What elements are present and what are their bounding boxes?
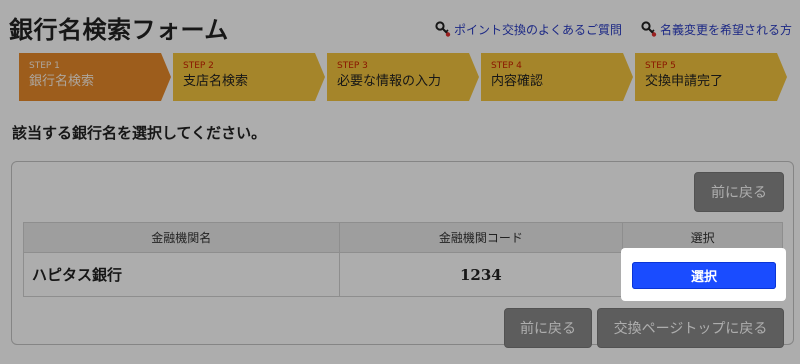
- back-button-bottom[interactable]: 前に戻る: [504, 308, 592, 348]
- step-5: STEP 5 交換申請完了: [635, 53, 787, 101]
- column-header-bank-name: 金融機関名: [23, 222, 340, 253]
- select-bank-button[interactable]: 選択: [632, 262, 776, 289]
- instruction-text: 該当する銀行名を選択してください。: [12, 124, 267, 142]
- step-label: 内容確認: [491, 74, 544, 89]
- step-number: STEP 2: [183, 61, 214, 71]
- step-1: STEP 1 銀行名検索: [19, 53, 171, 101]
- column-header-bank-code: 金融機関コード: [338, 222, 624, 253]
- page-title: 銀行名検索フォーム: [9, 16, 229, 44]
- step-label: 支店名検索: [183, 74, 249, 89]
- key-icon: [641, 21, 657, 37]
- step-number: STEP 5: [645, 61, 676, 71]
- name-change-link-label: 名義変更を希望される方: [660, 22, 793, 37]
- step-3: STEP 3 必要な情報の入力: [327, 53, 479, 101]
- bank-search-page: 銀行名検索フォーム ポイント交換のよくあるご質問 名義変更を希望される方 STE…: [0, 0, 800, 364]
- name-change-link[interactable]: 名義変更を希望される方: [641, 20, 792, 38]
- step-label: 必要な情報の入力: [337, 74, 442, 89]
- bank-code-cell: 1234: [338, 252, 624, 297]
- key-icon: [435, 21, 451, 37]
- step-indicator: STEP 1 銀行名検索 STEP 2 支店名検索 STEP 3 必要な情報の入…: [19, 53, 789, 101]
- back-button[interactable]: 前に戻る: [694, 172, 784, 212]
- step-number: STEP 4: [491, 61, 522, 71]
- step-number: STEP 3: [337, 61, 368, 71]
- faq-link-label: ポイント交換のよくあるご質問: [454, 22, 623, 37]
- faq-link[interactable]: ポイント交換のよくあるご質問: [435, 20, 622, 38]
- step-number: STEP 1: [29, 61, 60, 71]
- exchange-top-button[interactable]: 交換ページトップに戻る: [597, 308, 784, 348]
- step-label: 交換申請完了: [645, 74, 724, 89]
- step-label: 銀行名検索: [29, 74, 95, 89]
- step-4: STEP 4 内容確認: [481, 53, 633, 101]
- step-2: STEP 2 支店名検索: [173, 53, 325, 101]
- bank-name-cell: ハピタス銀行: [23, 252, 340, 297]
